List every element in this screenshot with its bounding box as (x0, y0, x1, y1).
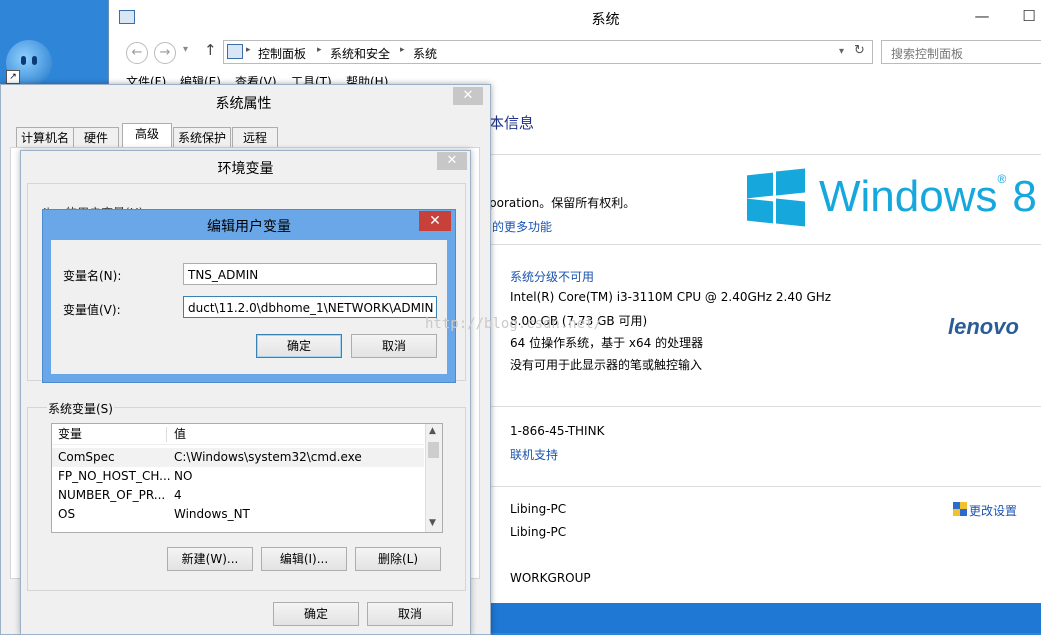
cancel-button[interactable]: 取消 (351, 334, 437, 358)
dialog-title: 系统属性 (215, 96, 272, 112)
table-row[interactable]: NUMBER_OF_PR... 4 (52, 486, 424, 505)
breadcrumb-security[interactable]: 系统和安全 (330, 45, 390, 62)
system-type-value: 64 位操作系统，基于 x64 的处理器 (510, 336, 704, 350)
scroll-up-icon[interactable]: ▲ (429, 426, 436, 436)
refresh-icon[interactable]: ↻ (854, 43, 865, 58)
var-value: Windows_NT (174, 507, 250, 521)
divider (489, 486, 1041, 487)
delete-variable-button[interactable]: 删除(L) (355, 547, 441, 571)
computer-name-value: Libing-PC (510, 502, 567, 516)
divider (489, 244, 1041, 245)
close-icon[interactable]: ✕ (437, 152, 467, 170)
up-icon[interactable]: ↑ (204, 41, 217, 59)
title-bar: 系统 — ☐ (109, 0, 1041, 36)
new-variable-button[interactable]: 新建(W)... (167, 547, 253, 571)
workgroup-value: WORKGROUP (510, 571, 591, 585)
divider (489, 406, 1041, 407)
breadcrumb-chevron-icon: ▸ (317, 45, 322, 55)
list-header: 变量 值 (52, 425, 424, 445)
system-info-panel: 本信息 poration。保留所有权利。 的更多功能 Windows® 8 系统分… (489, 90, 1041, 633)
rating-link[interactable]: 系统分级不可用 (510, 268, 594, 285)
windows-logo-icon (747, 168, 805, 227)
search-input[interactable]: 搜索控制面板 (881, 40, 1041, 64)
dialog-title: 编辑用户变量 (207, 219, 291, 235)
search-placeholder: 搜索控制面板 (891, 47, 964, 61)
variable-name-label: 变量名(N): (63, 269, 122, 283)
var-value: NO (174, 469, 193, 483)
pen-touch-value: 没有可用于此显示器的笔或触控输入 (510, 358, 703, 372)
var-name: ComSpec (58, 450, 115, 464)
minimize-button[interactable]: — (967, 6, 997, 26)
shortcut-arrow-icon: ↗ (6, 70, 20, 84)
tab-advanced[interactable]: 高级 (122, 123, 172, 149)
maximize-button[interactable]: ☐ (1014, 6, 1041, 26)
scroll-down-icon[interactable]: ▼ (429, 518, 436, 528)
cancel-button[interactable]: 取消 (367, 602, 453, 626)
desktop-background (0, 0, 110, 40)
dialog-body: 变量名(N): TNS_ADMIN 变量值(V): duct\11.2.0\db… (51, 240, 447, 374)
control-panel-icon (227, 44, 243, 59)
scroll-thumb[interactable] (428, 442, 439, 458)
more-features-link[interactable]: 的更多功能 (492, 218, 552, 235)
table-row[interactable]: ComSpec C:\Windows\system32\cmd.exe (52, 448, 424, 467)
var-name: FP_NO_HOST_CH... (58, 469, 171, 483)
table-row[interactable]: OS Windows_NT (52, 505, 424, 524)
tab-computer-name[interactable]: 计算机名 (16, 127, 74, 148)
window-title: 系统 (591, 12, 620, 28)
system-variables-label: 系统变量(S) (47, 400, 114, 417)
tab-remote[interactable]: 远程 (232, 127, 278, 148)
watermark: http://blog.csdn.net/ (425, 316, 603, 332)
full-name-value: Libing-PC (510, 525, 567, 539)
uac-shield-icon (953, 502, 967, 516)
dialog-title: 环境变量 (217, 161, 274, 177)
variable-name-field[interactable]: TNS_ADMIN (183, 263, 437, 285)
table-row[interactable]: FP_NO_HOST_CH... NO (52, 467, 424, 486)
oem-logo: lenovo (948, 314, 1019, 339)
variable-value-field[interactable]: duct\11.2.0\dbhome_1\NETWORK\ADMIN (183, 296, 437, 318)
back-icon[interactable]: ← (126, 42, 148, 64)
history-dropdown-icon[interactable]: ▾ (183, 44, 188, 55)
phone-value: 1-866-45-THINK (510, 424, 605, 438)
ok-button[interactable]: 确定 (273, 602, 359, 626)
var-value: C:\Windows\system32\cmd.exe (174, 450, 362, 464)
var-name: NUMBER_OF_PR... (58, 488, 166, 502)
breadcrumb-system[interactable]: 系统 (413, 45, 437, 62)
edit-user-variable-dialog: 编辑用户变量 ✕ 变量名(N): TNS_ADMIN 变量值(V): duct\… (42, 209, 456, 383)
column-header-value[interactable]: 值 (174, 425, 186, 444)
forward-icon[interactable]: → (154, 42, 176, 64)
taskbar-edge (489, 603, 1041, 633)
online-support-link[interactable]: 联机支持 (510, 446, 558, 463)
address-dropdown-icon[interactable]: ▾ (839, 46, 844, 57)
address-row: ← → ▾ ↑ ▸ 控制面板 ▸ 系统和安全 ▸ 系统 ▾ ↻ 搜索控制面板 (109, 38, 1041, 66)
breadcrumb-chevron-icon: ▸ (400, 45, 405, 55)
close-icon[interactable]: ✕ (419, 211, 451, 231)
processor-value: Intel(R) Core(TM) i3-3110M CPU @ 2.40GHz… (510, 290, 832, 304)
column-header-name[interactable]: 变量 (58, 425, 82, 444)
divider (489, 154, 1041, 155)
tab-hardware[interactable]: 硬件 (73, 127, 119, 148)
change-settings-link[interactable]: 更改设置 (969, 502, 1017, 519)
address-bar[interactable]: ▸ 控制面板 ▸ 系统和安全 ▸ 系统 ▾ ↻ (223, 40, 873, 64)
vertical-scrollbar[interactable]: ▲ ▼ (425, 424, 442, 532)
copyright-text: poration。保留所有权利。 (489, 196, 636, 210)
system-variables-list[interactable]: 变量 值 ComSpec C:\Windows\system32\cmd.exe… (51, 423, 443, 533)
ok-button[interactable]: 确定 (256, 334, 342, 358)
breadcrumb-control-panel[interactable]: 控制面板 (258, 45, 306, 62)
tab-system-protection[interactable]: 系统保护 (173, 127, 231, 148)
var-value: 4 (174, 488, 182, 502)
section-heading: 本信息 (489, 114, 535, 132)
edit-variable-button[interactable]: 编辑(I)... (261, 547, 347, 571)
breadcrumb-chevron-icon: ▸ (246, 45, 251, 55)
windows-wordmark: Windows® 8 (819, 172, 1037, 221)
close-icon[interactable]: ✕ (453, 87, 483, 105)
variable-value-label: 变量值(V): (63, 303, 121, 317)
var-name: OS (58, 507, 76, 521)
